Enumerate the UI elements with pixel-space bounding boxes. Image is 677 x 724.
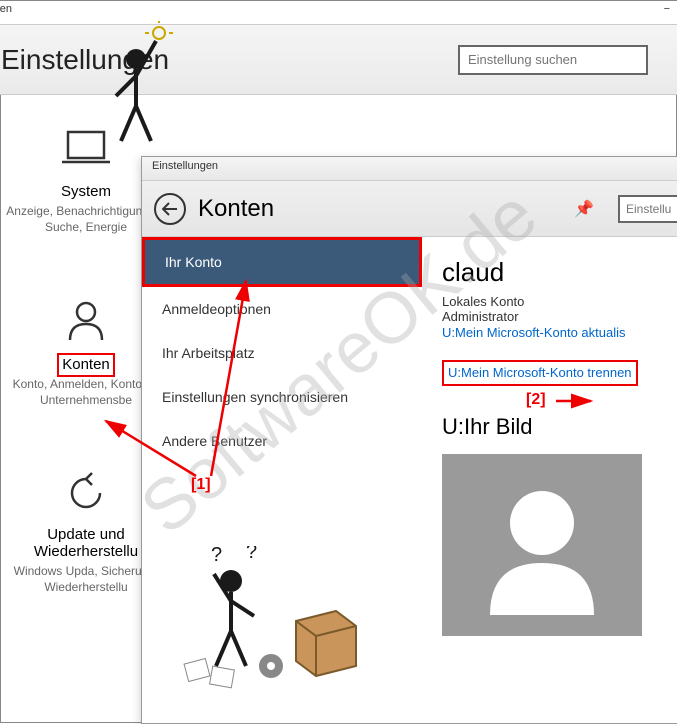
annotation-label-2: [2] [526,391,546,409]
stick-figure-confused-icon: ? ? [176,546,376,696]
stick-figure-idea-icon [101,21,181,151]
fg-titlebar-text: Einstellungen [152,160,218,172]
picture-heading: U:Ihr Bild [442,414,677,440]
bg-titlebar-text: lungen [0,3,12,22]
highlight-box: Konten [57,353,115,377]
main-panel: claud Lokales Konto Administrator U:Mein… [422,237,677,723]
sidebar-item-sync[interactable]: Einstellungen synchronisieren [142,375,422,419]
highlight-box-disconnect: U:Mein Microsoft-Konto trennen [442,360,638,386]
minimize-icon[interactable]: − [664,3,670,22]
tile-accounts-name: Konten [57,353,115,377]
sidebar-item-your-account[interactable]: Ihr Konto [142,237,422,287]
search-input[interactable] [458,45,648,75]
fg-header-title: Konten [198,195,562,223]
refresh-icon [61,468,111,518]
annotation-label-1: [1] [191,476,211,494]
user-type: Lokales Konto [442,294,677,309]
sidebar-item-other-users[interactable]: Andere Benutzer [142,419,422,463]
person-icon [61,295,111,345]
avatar-icon [472,475,612,615]
back-button[interactable] [154,193,186,225]
avatar-placeholder[interactable] [442,454,642,636]
user-role: Administrator [442,309,677,324]
link-disconnect-account[interactable]: U:Mein Microsoft-Konto trennen [448,365,632,380]
svg-text:?: ? [246,546,257,563]
pin-icon[interactable]: 📌 [574,199,594,219]
sidebar-item-workplace[interactable]: Ihr Arbeitsplatz [142,331,422,375]
user-name: claud [442,257,677,288]
link-update-account[interactable]: U:Mein Microsoft-Konto aktualis [442,325,626,340]
svg-text:?: ? [211,546,222,566]
tile-system-name: System [61,183,111,200]
fg-titlebar: Einstellungen [142,157,677,181]
arrow-left-icon [162,202,178,216]
sidebar-item-signin-options[interactable]: Anmeldeoptionen [142,287,422,331]
fg-search-input[interactable] [618,195,677,223]
fg-header: Konten 📌 [142,181,677,237]
